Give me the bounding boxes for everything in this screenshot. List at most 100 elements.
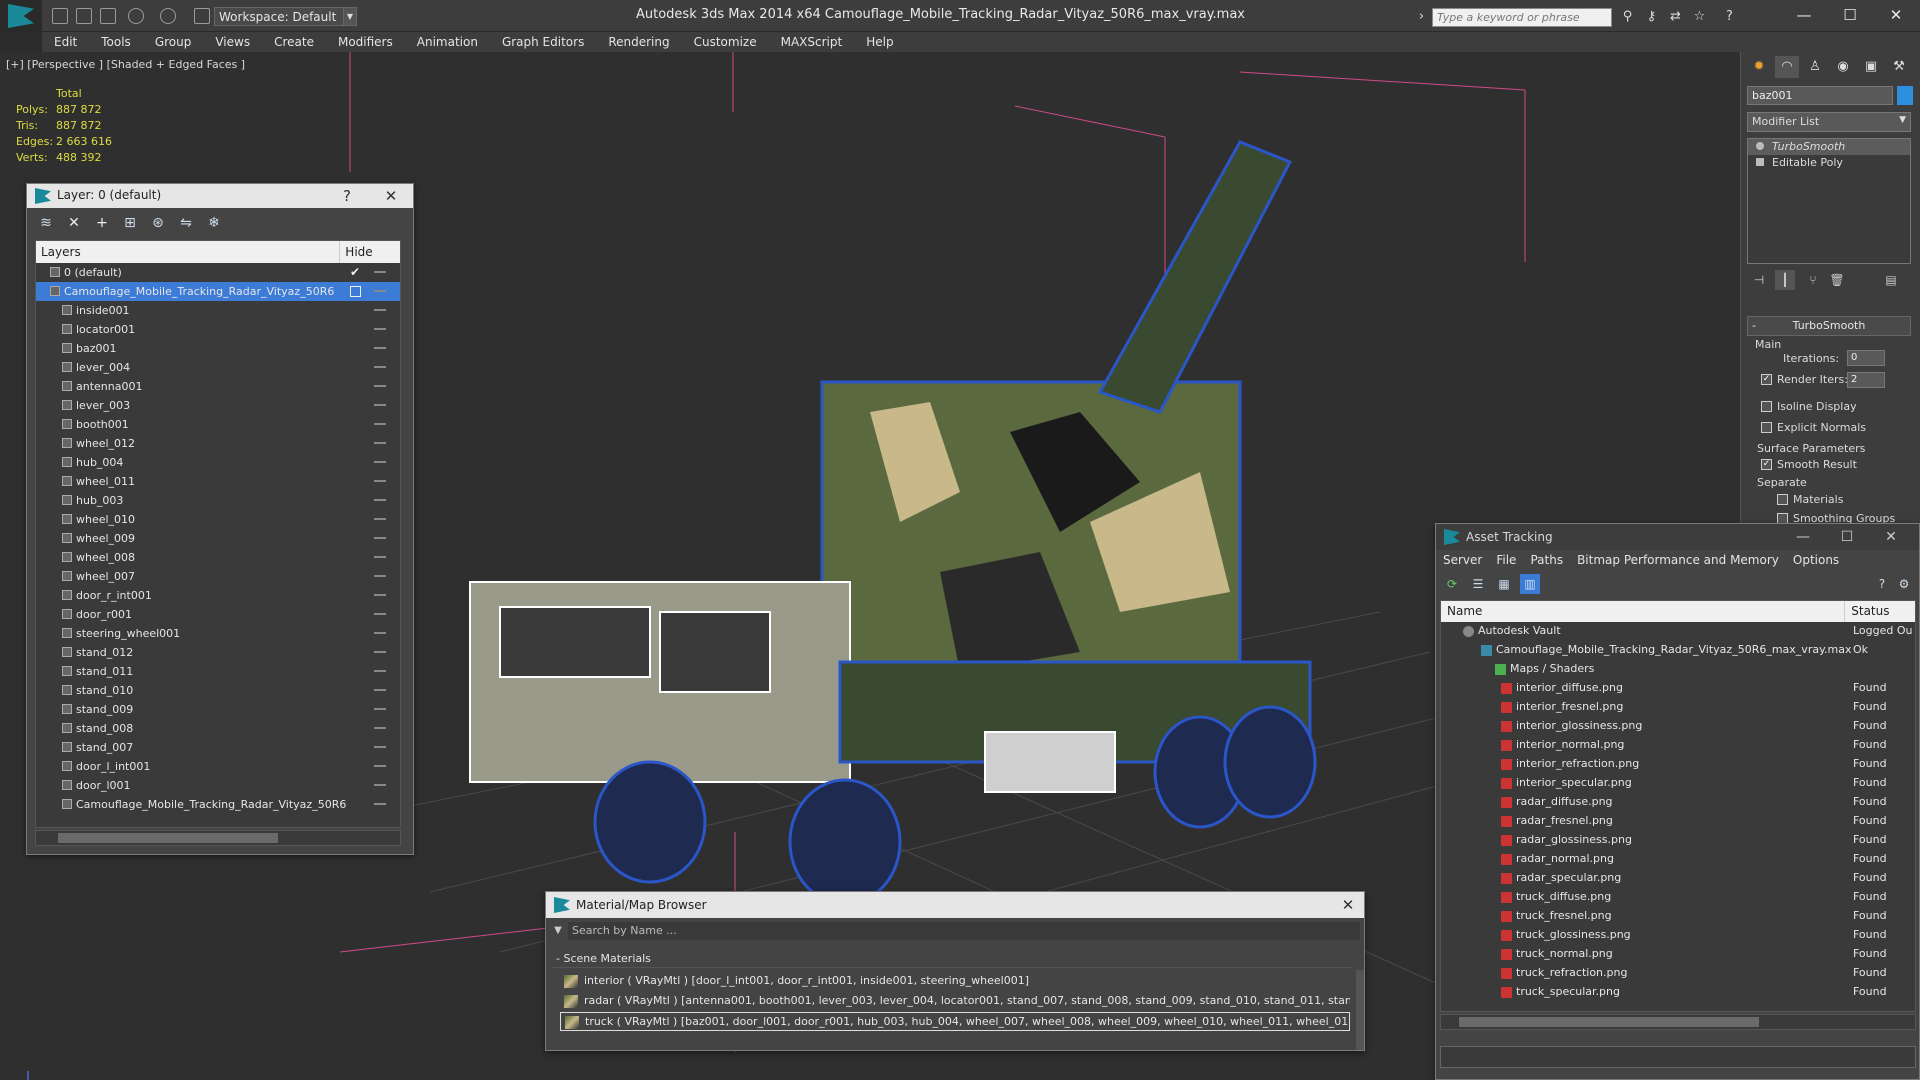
hide-toggle[interactable]	[374, 366, 386, 368]
asset-row[interactable]: Maps / Shaders	[1441, 660, 1915, 679]
asset-row[interactable]: truck_glossiness.png Found	[1441, 926, 1915, 945]
layer-row[interactable]: stand_011	[36, 662, 400, 681]
hide-toggle[interactable]	[374, 708, 386, 710]
list-view-icon[interactable]: ☰	[1468, 574, 1488, 594]
add-to-layer-icon[interactable]: +	[91, 212, 113, 234]
hide-toggle[interactable]	[374, 613, 386, 615]
make-unique-icon[interactable]: ⑂	[1803, 270, 1823, 290]
refresh-icon[interactable]: ⟳	[1442, 574, 1462, 594]
layer-row[interactable]: hub_004	[36, 453, 400, 472]
hide-toggle[interactable]	[374, 461, 386, 463]
lightbulb-icon[interactable]	[1756, 142, 1764, 150]
col-name[interactable]: Name	[1441, 601, 1846, 622]
stack-item-editable-poly[interactable]: Editable Poly	[1748, 155, 1910, 171]
hide-toggle[interactable]	[374, 442, 386, 444]
help-icon[interactable]: ?	[1722, 9, 1737, 24]
asset-row[interactable]: truck_fresnel.png Found	[1441, 907, 1915, 926]
hide-toggle[interactable]	[374, 556, 386, 558]
asset-row[interactable]: radar_diffuse.png Found	[1441, 793, 1915, 812]
col-layers[interactable]: Layers	[36, 241, 341, 263]
minimize-icon[interactable]: —	[1784, 4, 1824, 26]
object-name-field[interactable]: baz001	[1747, 86, 1893, 105]
isoline-display-checkbox[interactable]	[1761, 401, 1772, 412]
asset-row[interactable]: radar_normal.png Found	[1441, 850, 1915, 869]
horizontal-scrollbar[interactable]	[1440, 1014, 1916, 1030]
layer-row[interactable]: wheel_009	[36, 529, 400, 548]
asset-row[interactable]: truck_normal.png Found	[1441, 945, 1915, 964]
star-icon[interactable]: ☆	[1692, 9, 1707, 24]
hide-toggle[interactable]	[374, 803, 386, 805]
create-tab-icon[interactable]: ✹	[1747, 56, 1771, 78]
hide-toggle[interactable]	[374, 328, 386, 330]
material-browser-title-bar[interactable]: Material/Map Browser ✕	[546, 892, 1364, 918]
scrollbar-thumb[interactable]	[1459, 1017, 1759, 1027]
menu-tools[interactable]: Tools	[89, 32, 143, 52]
workspace-dropdown[interactable]: Workspace: Default	[214, 7, 356, 26]
hide-toggle[interactable]	[374, 404, 386, 406]
new-file-icon[interactable]	[52, 8, 68, 24]
layer-row[interactable]: lever_003	[36, 396, 400, 415]
col-status[interactable]: Status	[1845, 601, 1915, 622]
scrollbar-thumb[interactable]	[58, 833, 278, 843]
asset-tracking-title-bar[interactable]: Asset Tracking — ☐ ✕	[1436, 524, 1919, 550]
scene-materials-group[interactable]: - Scene Materials	[552, 950, 1352, 968]
asset-row[interactable]: interior_normal.png Found	[1441, 736, 1915, 755]
set-current-layer-box[interactable]	[350, 286, 361, 297]
layer-row[interactable]: stand_010	[36, 681, 400, 700]
layer-row[interactable]: stand_008	[36, 719, 400, 738]
binoculars-icon[interactable]: ⚲	[1620, 9, 1635, 24]
menu-maxscript[interactable]: MAXScript	[769, 32, 855, 52]
asset-row[interactable]: truck_diffuse.png Found	[1441, 888, 1915, 907]
asset-row[interactable]: interior_fresnel.png Found	[1441, 698, 1915, 717]
layer-row[interactable]: hub_003	[36, 491, 400, 510]
hide-toggle[interactable]	[374, 632, 386, 634]
asset-menu-options[interactable]: Options	[1786, 550, 1846, 570]
menu-create[interactable]: Create	[262, 32, 326, 52]
layer-row[interactable]: inside001	[36, 301, 400, 320]
asset-row[interactable]: truck_refraction.png Found	[1441, 964, 1915, 983]
create-layer-icon[interactable]: ≋	[35, 212, 57, 234]
menu-group[interactable]: Group	[143, 32, 204, 52]
stack-item-turbosmooth[interactable]: TurboSmooth	[1748, 139, 1910, 155]
vertical-scrollbar[interactable]	[1356, 970, 1364, 1050]
configure-sets-icon[interactable]: ▤	[1881, 270, 1901, 290]
menu-graph-editors[interactable]: Graph Editors	[490, 32, 596, 52]
close-icon[interactable]: ✕	[381, 186, 401, 206]
chevron-down-icon[interactable]: ▼	[343, 7, 357, 26]
detail-view-icon[interactable]: ▦	[1494, 574, 1514, 594]
layer-row[interactable]: booth001	[36, 415, 400, 434]
layer-row[interactable]: door_l001	[36, 776, 400, 795]
hide-toggle[interactable]	[374, 594, 386, 596]
menu-rendering[interactable]: Rendering	[596, 32, 681, 52]
display-tab-icon[interactable]: ▣	[1859, 56, 1883, 78]
exchange-icon[interactable]: ⇄	[1668, 9, 1683, 24]
hide-toggle[interactable]	[374, 499, 386, 501]
filter-icon[interactable]: ▼	[550, 922, 566, 940]
highlight-layer-icon[interactable]: ⊛	[147, 212, 169, 234]
asset-row[interactable]: radar_glossiness.png Found	[1441, 831, 1915, 850]
help-icon[interactable]: ?	[1872, 574, 1892, 594]
chevron-right-icon[interactable]: ›	[1414, 9, 1429, 24]
asset-row[interactable]: interior_refraction.png Found	[1441, 755, 1915, 774]
hide-toggle[interactable]	[374, 347, 386, 349]
project-folder-icon[interactable]	[194, 8, 210, 24]
help-icon[interactable]: ?	[337, 186, 357, 206]
layer-row[interactable]: Camouflage_Mobile_Tracking_Radar_Vityaz_…	[36, 795, 400, 814]
hide-toggle[interactable]	[374, 784, 386, 786]
show-end-result-icon[interactable]: ┃	[1775, 270, 1795, 290]
render-iters-spinner[interactable]: 2	[1847, 372, 1885, 388]
save-file-icon[interactable]	[100, 8, 116, 24]
redo-icon[interactable]	[160, 8, 176, 24]
material-row-truck[interactable]: truck ( VRayMtl ) [baz001, door_l001, do…	[560, 1012, 1350, 1031]
layer-row[interactable]: stand_007	[36, 738, 400, 757]
iterations-spinner[interactable]: 0	[1847, 350, 1885, 366]
hide-toggle[interactable]	[374, 480, 386, 482]
explicit-normals-checkbox[interactable]	[1761, 422, 1772, 433]
modify-tab-icon[interactable]: ◠	[1775, 56, 1799, 78]
menu-views[interactable]: Views	[203, 32, 262, 52]
minimize-icon[interactable]: —	[1788, 526, 1818, 548]
materials-checkbox[interactable]	[1777, 494, 1788, 505]
app-logo-icon[interactable]	[0, 0, 42, 32]
asset-status-field[interactable]	[1440, 1046, 1916, 1068]
layer-row[interactable]: door_r_int001	[36, 586, 400, 605]
